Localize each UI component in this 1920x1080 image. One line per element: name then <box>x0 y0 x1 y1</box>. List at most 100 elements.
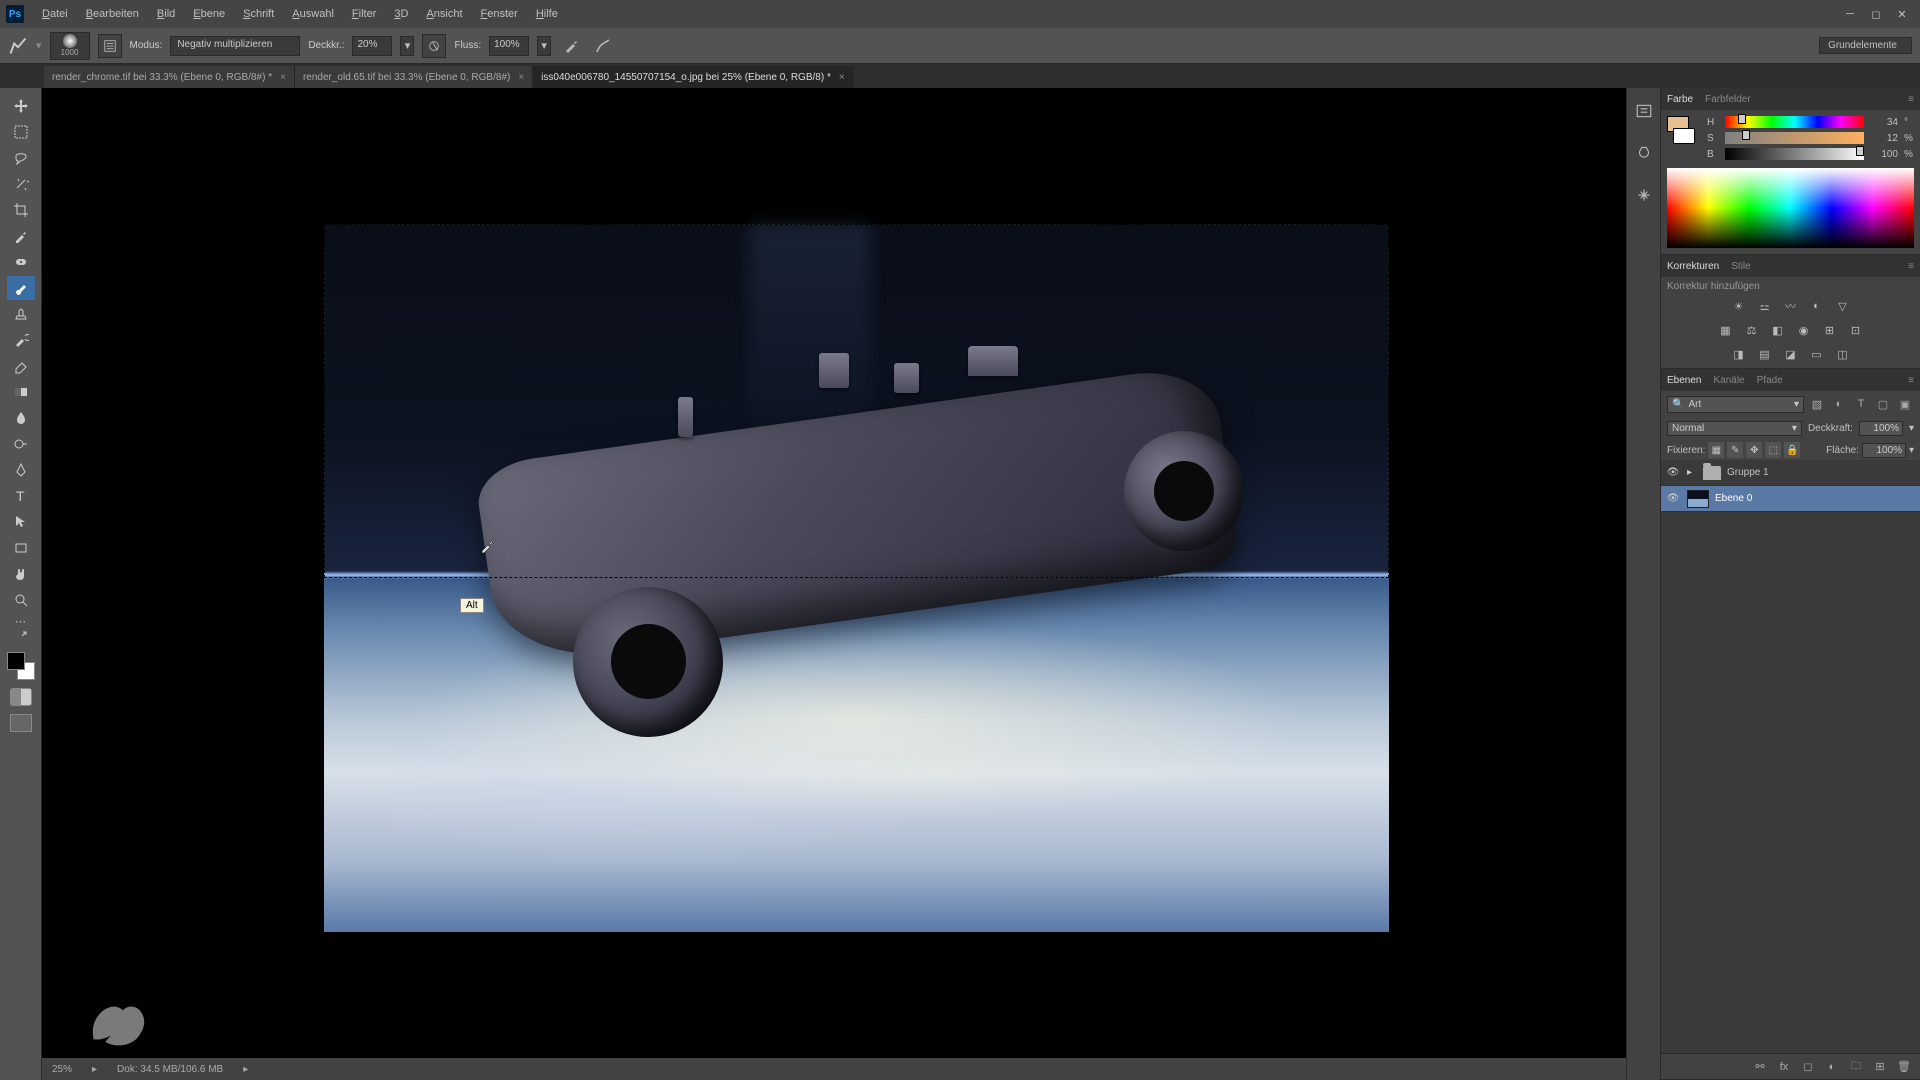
clone-stamp-tool[interactable] <box>7 302 35 326</box>
bri-slider[interactable] <box>1725 148 1864 160</box>
menu-view[interactable]: Ansicht <box>418 4 470 24</box>
eyedropper-tool[interactable] <box>7 224 35 248</box>
filter-smart-icon[interactable]: ▣ <box>1896 395 1914 413</box>
document-tab[interactable]: iss040e006780_14550707154_o.jpg bei 25% … <box>533 66 854 88</box>
type-tool[interactable]: T <box>7 484 35 508</box>
brush-preset-picker[interactable]: 1000 <box>50 32 90 60</box>
tab-color[interactable]: Farbe <box>1667 94 1693 105</box>
document-tab[interactable]: render_old.65.tif bei 33.3% (Ebene 0, RG… <box>295 66 533 88</box>
hue-slider[interactable] <box>1725 116 1864 128</box>
path-selection-tool[interactable] <box>7 510 35 534</box>
menu-filter[interactable]: Filter <box>344 4 384 24</box>
menu-help[interactable]: Hilfe <box>528 4 566 24</box>
status-zoom[interactable]: 25% <box>52 1064 72 1075</box>
tab-swatches[interactable]: Farbfelder <box>1705 94 1751 105</box>
add-mask-icon[interactable]: ◻ <box>1800 1060 1816 1073</box>
menu-3d[interactable]: 3D <box>386 4 416 24</box>
panel-menu-icon[interactable]: ≡ <box>1908 261 1914 272</box>
current-tool-icon[interactable] <box>8 36 28 56</box>
pressure-opacity-icon[interactable] <box>422 34 446 58</box>
visibility-toggle-icon[interactable]: 👁 <box>1665 467 1681 478</box>
zoom-tool[interactable] <box>7 588 35 612</box>
blend-mode-select[interactable]: Negativ multiplizieren <box>170 36 300 56</box>
foreground-background-colors[interactable] <box>7 652 35 680</box>
healing-brush-tool[interactable] <box>7 250 35 274</box>
opacity-input[interactable]: 20% <box>352 36 392 56</box>
tab-paths[interactable]: Pfade <box>1757 375 1783 386</box>
adj-vibrance-icon[interactable]: ▽ <box>1834 298 1852 314</box>
lock-position-icon[interactable]: ✥ <box>1746 442 1762 458</box>
tab-close-icon[interactable]: × <box>518 72 524 83</box>
tab-styles[interactable]: Stile <box>1731 261 1750 272</box>
adj-selectivecolor-icon[interactable]: ◫ <box>1834 346 1852 362</box>
layer-fill-input[interactable]: 100% <box>1862 443 1906 458</box>
panel-menu-icon[interactable]: ≡ <box>1908 94 1914 105</box>
status-arrow-icon[interactable]: ▸ <box>243 1064 248 1075</box>
panel-menu-icon[interactable]: ≡ <box>1908 375 1914 386</box>
chevron-down-icon[interactable]: ▾ <box>1909 423 1914 434</box>
character-panel-icon[interactable] <box>1633 184 1655 206</box>
new-layer-icon[interactable]: ⊞ <box>1872 1060 1888 1073</box>
layer-name[interactable]: Gruppe 1 <box>1727 467 1769 478</box>
panel-background-swatch[interactable] <box>1673 128 1695 144</box>
screen-mode-icon[interactable] <box>10 714 32 732</box>
properties-panel-icon[interactable] <box>1633 142 1655 164</box>
layer-blend-mode-select[interactable]: Normal ▾ <box>1667 421 1802 436</box>
menu-window[interactable]: Fenster <box>473 4 526 24</box>
workspace-switcher[interactable]: Grundelemente <box>1819 37 1912 54</box>
menu-edit[interactable]: Bearbeiten <box>78 4 147 24</box>
adj-brightness-icon[interactable]: ☀ <box>1730 298 1748 314</box>
sat-value[interactable]: 12 <box>1870 133 1898 144</box>
layer-fx-icon[interactable]: fx <box>1776 1061 1792 1073</box>
filter-shape-icon[interactable]: ▢ <box>1874 395 1892 413</box>
adj-threshold-icon[interactable]: ◪ <box>1782 346 1800 362</box>
new-group-icon[interactable]: 🗀 <box>1848 1057 1864 1076</box>
lasso-tool[interactable] <box>7 146 35 170</box>
edit-toolbar-icon[interactable]: ⋯ <box>7 614 35 628</box>
chevron-down-icon[interactable]: ▾ <box>1909 445 1914 456</box>
adj-colorlookup-icon[interactable]: ⊡ <box>1847 322 1865 338</box>
sat-slider[interactable] <box>1725 132 1864 144</box>
opacity-dropdown-icon[interactable]: ▾ <box>400 36 414 56</box>
status-arrow-icon[interactable]: ▸ <box>92 1064 97 1075</box>
filter-pixel-icon[interactable]: ▧ <box>1808 395 1826 413</box>
adj-photofilter-icon[interactable]: ◉ <box>1795 322 1813 338</box>
hand-tool[interactable] <box>7 562 35 586</box>
lock-transparency-icon[interactable]: ▦ <box>1708 442 1724 458</box>
rectangle-tool[interactable] <box>7 536 35 560</box>
crop-tool[interactable] <box>7 198 35 222</box>
window-maximize-button[interactable]: ◻ <box>1864 5 1888 23</box>
canvas-area[interactable]: Alt 25% ▸ Dok: 34.5 MB/106.6 MB ▸ <box>42 88 1626 1080</box>
adj-invert-icon[interactable]: ◨ <box>1730 346 1748 362</box>
pen-tool[interactable] <box>7 458 35 482</box>
adj-channelmixer-icon[interactable]: ⊞ <box>1821 322 1839 338</box>
adj-exposure-icon[interactable]: ◐ <box>1808 298 1826 314</box>
foreground-color-swatch[interactable] <box>7 652 25 670</box>
airbrush-icon[interactable] <box>559 34 583 58</box>
layer-thumbnail[interactable] <box>1687 490 1709 508</box>
adj-levels-icon[interactable]: ⚍ <box>1756 298 1774 314</box>
brush-tool[interactable] <box>7 276 35 300</box>
swap-colors-icon[interactable] <box>7 630 35 644</box>
document-tab[interactable]: render_chrome.tif bei 33.3% (Ebene 0, RG… <box>44 66 295 88</box>
marquee-tool[interactable] <box>7 120 35 144</box>
group-expand-icon[interactable]: ▸ <box>1687 467 1697 478</box>
dodge-tool[interactable] <box>7 432 35 456</box>
filter-type-icon[interactable]: T <box>1852 395 1870 413</box>
filter-adjustment-icon[interactable]: ◐ <box>1830 395 1848 413</box>
adj-bw-icon[interactable]: ◧ <box>1769 322 1787 338</box>
visibility-toggle-icon[interactable]: 👁 <box>1665 493 1681 504</box>
menu-layer[interactable]: Ebene <box>185 4 233 24</box>
brush-panel-toggle-icon[interactable] <box>98 34 122 58</box>
lock-artboard-icon[interactable]: ⬚ <box>1765 442 1781 458</box>
tab-close-icon[interactable]: × <box>839 72 845 83</box>
new-adjustment-icon[interactable]: ◐ <box>1824 1061 1840 1073</box>
history-panel-icon[interactable] <box>1633 100 1655 122</box>
tool-preset-dropdown-icon[interactable]: ▾ <box>36 39 42 52</box>
adj-gradientmap-icon[interactable]: ▭ <box>1808 346 1826 362</box>
layer-filter-type[interactable]: 🔍 Art ▾ <box>1667 396 1804 413</box>
adj-curves-icon[interactable]: 〰 <box>1782 298 1800 314</box>
history-brush-tool[interactable] <box>7 328 35 352</box>
tab-channels[interactable]: Kanäle <box>1713 375 1744 386</box>
menu-file[interactable]: Datei <box>34 4 76 24</box>
